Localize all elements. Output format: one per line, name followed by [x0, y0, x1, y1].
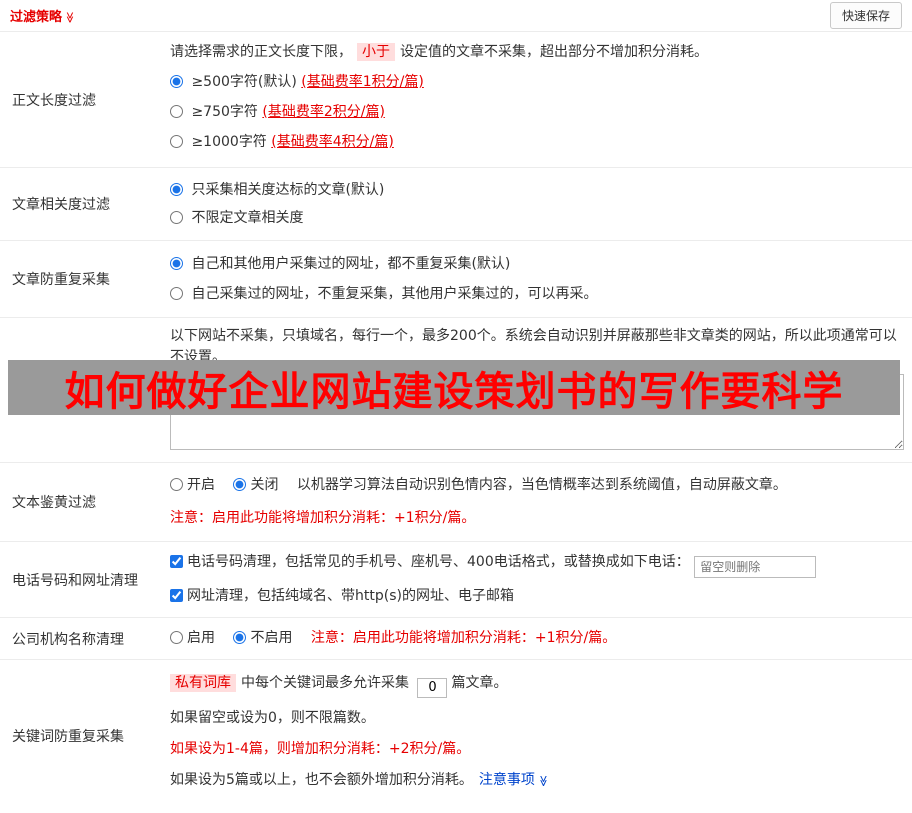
- keyword-line2: 如果留空或设为0，则不限篇数。: [170, 709, 375, 726]
- chevron-down-icon: ≫: [63, 11, 77, 24]
- intro-prefix: 请选择需求的正文长度下限，: [170, 44, 352, 60]
- option-text: 关闭: [250, 477, 279, 493]
- body-length-intro: 请选择需求的正文长度下限， 小于 设定值的文章不采集，超出部分不增加积分消耗。: [170, 42, 904, 63]
- row-dedup-collection: 文章防重复采集 自己和其他用户采集过的网址，都不重复采集(默认) 自己采集过的网…: [0, 241, 912, 318]
- porn-filter-option-off[interactable]: 关闭: [233, 477, 282, 493]
- option-text: 网址清理，包括纯域名、带http(s)的网址、电子邮箱: [187, 588, 514, 604]
- row-body-length-filter: 正文长度过滤 请选择需求的正文长度下限， 小于 设定值的文章不采集，超出部分不增加积…: [0, 32, 912, 168]
- company-warning: 注意：启用此功能将增加积分消耗：+1积分/篇。: [310, 630, 617, 646]
- keyword-line1-suffix: 篇文章。: [451, 675, 508, 691]
- relevance-option-any[interactable]: 不限定文章相关度: [170, 204, 904, 232]
- row-label-dedup: 文章防重复采集: [12, 272, 110, 288]
- watermark-text: 如何做好企业网站建设策划书的写作要科学: [64, 368, 844, 415]
- option-text: 只采集相关度达标的文章(默认): [191, 182, 385, 198]
- row-label-relevance: 文章相关度过滤: [12, 197, 110, 213]
- dedup-self-radio[interactable]: [170, 287, 183, 300]
- keyword-line1-text: 中每个关键词最多允许采集: [241, 675, 409, 691]
- keyword-line3-warning: 如果设为1-4篇，则增加积分消耗：+2积分/篇。: [170, 740, 471, 757]
- chevron-down-icon: ≫: [536, 774, 550, 787]
- option-text: ≥500字符(默认): [191, 74, 302, 90]
- option-text: 自己采集过的网址，不重复采集，其他用户采集过的，可以再采。: [191, 286, 598, 302]
- url-cleanup-checkbox[interactable]: [170, 589, 183, 602]
- row-label-porn-filter: 文本鉴黄过滤: [12, 495, 96, 511]
- body-length-750-radio[interactable]: [170, 105, 183, 118]
- option-fee-note: (基础费率2积分/篇): [262, 104, 385, 120]
- porn-off-radio[interactable]: [233, 478, 247, 491]
- notes-link[interactable]: 注意事项 ≫: [478, 771, 550, 788]
- option-text: 不限定文章相关度: [191, 210, 304, 226]
- less-than-highlight: 小于: [357, 43, 395, 61]
- porn-filter-option-on[interactable]: 开启: [170, 477, 219, 493]
- page-title[interactable]: 过滤策略≫: [10, 6, 76, 25]
- option-text: 启用: [187, 630, 215, 646]
- body-length-1000-radio[interactable]: [170, 135, 183, 148]
- phone-cleanup-checkbox[interactable]: [170, 555, 183, 568]
- page-title-label: 过滤策略: [10, 10, 63, 25]
- dedup-option-global[interactable]: 自己和其他用户采集过的网址，都不重复采集(默认): [170, 249, 904, 279]
- company-option-disable[interactable]: 不启用: [233, 630, 296, 646]
- row-keyword-dedup: 关键词防重复采集 私有词库中每个关键词最多允许采集 篇文章。 如果留空或设为0，…: [0, 660, 912, 813]
- keyword-count-input[interactable]: [417, 677, 448, 698]
- quick-save-button[interactable]: 快速保存: [829, 2, 902, 29]
- option-text: 自己和其他用户采集过的网址，都不重复采集(默认): [191, 256, 511, 272]
- row-relevance-filter: 文章相关度过滤 只采集相关度达标的文章(默认) 不限定文章相关度: [0, 168, 912, 241]
- company-enable-radio[interactable]: [170, 631, 183, 644]
- relevance-any-radio[interactable]: [170, 211, 183, 224]
- company-option-enable[interactable]: 启用: [170, 630, 219, 646]
- option-text: 开启: [187, 477, 215, 493]
- watermark-overlay: 如何做好企业网站建设策划书的写作要科学: [8, 360, 900, 415]
- row-label-company: 公司机构名称清理: [12, 631, 124, 648]
- dedup-option-self[interactable]: 自己采集过的网址，不重复采集，其他用户采集过的，可以再采。: [170, 279, 904, 309]
- option-text: 电话号码清理，包括常见的手机号、座机号、400电话格式，或替换成如下电话：: [187, 554, 690, 570]
- phone-replacement-input[interactable]: [694, 556, 817, 578]
- option-fee-note: (基础费率1积分/篇): [301, 74, 424, 90]
- keyword-line4-text: 如果设为5篇或以上，也不会额外增加积分消耗。: [170, 771, 473, 788]
- body-length-500-radio[interactable]: [170, 75, 183, 88]
- relevance-option-strict[interactable]: 只采集相关度达标的文章(默认): [170, 176, 904, 204]
- porn-filter-warning: 注意：启用此功能将增加积分消耗：+1积分/篇。: [170, 510, 476, 526]
- row-label-keyword: 关键词防重复采集: [12, 729, 124, 746]
- relevance-strict-radio[interactable]: [170, 183, 183, 196]
- company-disable-radio[interactable]: [233, 631, 247, 644]
- row-phone-url-cleanup: 电话号码和网址清理 电话号码清理，包括常见的手机号、座机号、400电话格式，或替…: [0, 542, 912, 618]
- row-label-phone-url: 电话号码和网址清理: [12, 572, 138, 589]
- url-cleanup-option[interactable]: 网址清理，包括纯域名、带http(s)的网址、电子邮箱: [170, 588, 514, 604]
- option-fee-note: (基础费率4积分/篇): [271, 134, 394, 150]
- body-length-option-500[interactable]: ≥500字符(默认) (基础费率1积分/篇): [170, 67, 904, 97]
- row-company-name-cleanup: 公司机构名称清理 启用 不启用 注意：启用此功能将增加积分消耗：+1积分/篇。: [0, 618, 912, 660]
- row-label-body-length: 正文长度过滤: [12, 92, 96, 109]
- row-porn-filter: 文本鉴黄过滤 开启 关闭 以机器学习算法自动识别色情内容，当色情概率达到系统阈值…: [0, 463, 912, 542]
- option-text: ≥1000字符: [191, 134, 272, 150]
- porn-filter-desc: 以机器学习算法自动识别色情内容，当色情概率达到系统阈值，自动屏蔽文章。: [296, 477, 787, 493]
- body-length-option-750[interactable]: ≥750字符 (基础费率2积分/篇): [170, 97, 904, 127]
- phone-cleanup-option[interactable]: 电话号码清理，包括常见的手机号、座机号、400电话格式，或替换成如下电话：: [170, 554, 694, 570]
- porn-on-radio[interactable]: [170, 478, 183, 491]
- notes-link-label: 注意事项: [478, 771, 535, 788]
- option-text: 不启用: [250, 630, 293, 646]
- body-length-option-1000[interactable]: ≥1000字符 (基础费率4积分/篇): [170, 127, 904, 157]
- top-toolbar: 过滤策略≫ 快速保存: [0, 0, 912, 32]
- private-lexicon-chip: 私有词库: [170, 674, 236, 692]
- option-text: ≥750字符: [191, 104, 263, 120]
- dedup-global-radio[interactable]: [170, 257, 183, 270]
- intro-suffix: 设定值的文章不采集，超出部分不增加积分消耗。: [400, 44, 708, 60]
